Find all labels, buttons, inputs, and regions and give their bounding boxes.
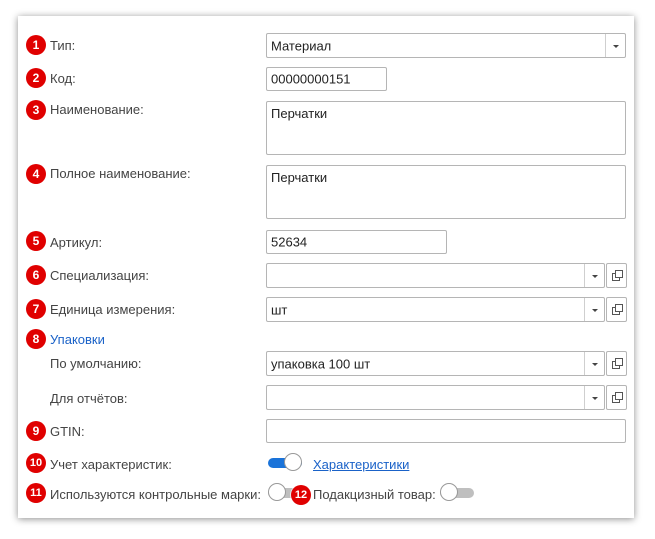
full-name-value: Перчатки <box>271 170 328 185</box>
characteristics-toggle[interactable] <box>268 453 302 471</box>
unit-select[interactable]: шт <box>266 297 605 322</box>
default-package-label: По умолчанию: <box>50 356 142 371</box>
default-package-value: упаковка 100 шт <box>271 356 371 371</box>
report-package-select[interactable] <box>266 385 605 410</box>
gtin-input[interactable] <box>266 419 626 443</box>
characteristics-link[interactable]: Характеристики <box>313 457 409 472</box>
badge-11: 11 <box>26 483 46 503</box>
packages-link[interactable]: Упаковки <box>50 332 105 347</box>
full-name-textarea[interactable]: Перчатки <box>266 165 626 219</box>
excise-toggle[interactable] <box>440 483 474 501</box>
badge-4: 4 <box>26 164 46 184</box>
article-label: Артикул: <box>50 235 103 250</box>
chevron-down-icon[interactable] <box>605 34 625 57</box>
open-window-icon[interactable] <box>606 263 627 288</box>
chevron-down-icon[interactable] <box>584 352 604 375</box>
badge-3: 3 <box>26 100 46 120</box>
badge-7: 7 <box>26 299 46 319</box>
badge-10: 10 <box>26 453 46 473</box>
full-name-label: Полное наименование: <box>50 166 191 181</box>
unit-label: Единица измерения: <box>50 302 176 317</box>
type-select[interactable]: Материал <box>266 33 626 58</box>
badge-8: 8 <box>26 329 46 349</box>
badge-9: 9 <box>26 421 46 441</box>
report-package-label: Для отчётов: <box>50 391 128 406</box>
open-window-icon[interactable] <box>606 385 627 410</box>
code-label: Код: <box>50 71 76 86</box>
code-input[interactable]: 00000000151 <box>266 67 387 91</box>
badge-12: 12 <box>291 485 311 505</box>
article-value: 52634 <box>271 234 308 250</box>
toggle-knob <box>268 483 286 501</box>
control-marks-label: Используются контрольные марки: <box>50 487 261 502</box>
toggle-knob <box>440 483 458 501</box>
name-label: Наименование: <box>50 102 144 117</box>
type-label: Тип: <box>50 38 76 53</box>
name-value: Перчатки <box>271 106 328 121</box>
chevron-down-icon[interactable] <box>584 298 604 321</box>
badge-2: 2 <box>26 68 46 88</box>
article-input[interactable]: 52634 <box>266 230 447 254</box>
specialization-label: Специализация: <box>50 268 149 283</box>
unit-value: шт <box>271 302 288 317</box>
type-value: Материал <box>271 38 332 53</box>
specialization-select[interactable] <box>266 263 605 288</box>
chevron-down-icon[interactable] <box>584 386 604 409</box>
badge-6: 6 <box>26 265 46 285</box>
badge-1: 1 <box>26 35 46 55</box>
default-package-select[interactable]: упаковка 100 шт <box>266 351 605 376</box>
gtin-label: GTIN: <box>50 424 85 439</box>
badge-5: 5 <box>26 231 46 251</box>
excise-label: Подакцизный товар: <box>313 487 436 502</box>
name-textarea[interactable]: Перчатки <box>266 101 626 155</box>
chevron-down-icon[interactable] <box>584 264 604 287</box>
open-window-icon[interactable] <box>606 297 627 322</box>
toggle-knob <box>284 453 302 471</box>
code-value: 00000000151 <box>271 71 351 87</box>
open-window-icon[interactable] <box>606 351 627 376</box>
characteristics-label: Учет характеристик: <box>50 457 172 472</box>
